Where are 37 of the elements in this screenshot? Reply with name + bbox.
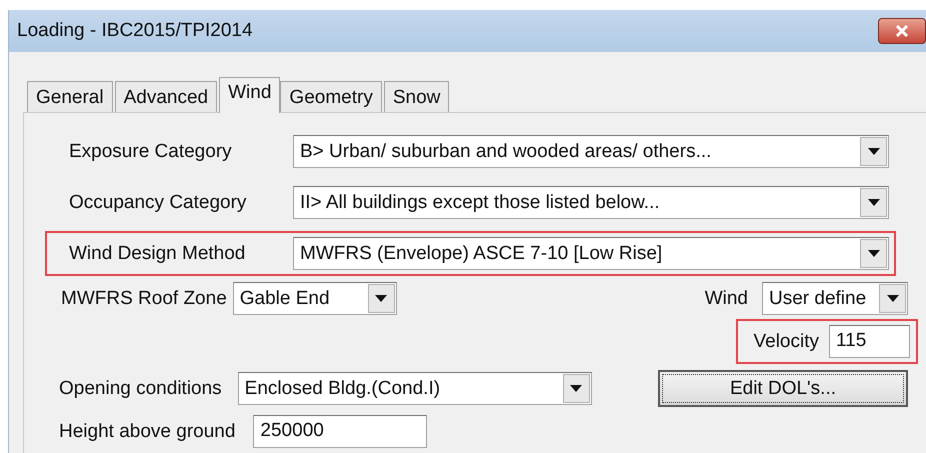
caret-icon <box>868 250 880 257</box>
dropdown[interactable]: User define <box>762 282 908 315</box>
window-title: Loading - IBC2015/TPI2014 <box>17 20 253 42</box>
dropdown[interactable]: MWFRS (Envelope) ASCE 7-10 [Low Rise] <box>293 237 889 270</box>
dropdown[interactable]: Enclosed Bldg.(Cond.I) <box>238 372 592 405</box>
caret-icon <box>868 148 880 155</box>
caret-icon <box>375 295 388 302</box>
field-label: MWFRS Roof Zone <box>61 288 227 310</box>
dropdown-arrow-button[interactable] <box>860 239 887 268</box>
caret-icon <box>868 199 880 206</box>
input-field[interactable]: 250000 <box>253 415 428 448</box>
close-button[interactable] <box>878 18 926 44</box>
caret-icon <box>570 385 582 392</box>
dropdown[interactable]: B> Urban/ suburban and wooded areas/ others... <box>293 135 889 168</box>
close-icon <box>895 25 909 37</box>
dropdown-arrow-button[interactable] <box>368 284 395 313</box>
tab[interactable]: Advanced <box>114 81 218 112</box>
dropdown[interactable]: II> All buildings except those listed below... <box>293 186 889 219</box>
field-label: Wind Design Method <box>69 242 246 264</box>
tab[interactable]: Geometry <box>280 81 382 112</box>
dropdown-arrow-button[interactable] <box>879 284 906 313</box>
field-label: Exposure Category <box>69 140 233 162</box>
edit-button[interactable]: Edit DOL's... <box>658 370 908 407</box>
input-field[interactable]: 115 <box>829 325 910 358</box>
field-label: Height above ground <box>59 420 236 442</box>
caret-icon <box>886 295 898 302</box>
tab[interactable]: Snow <box>384 81 450 112</box>
dropdown-arrow-button[interactable] <box>860 188 887 217</box>
tab[interactable]: General <box>27 81 113 112</box>
dropdown-arrow-button[interactable] <box>860 137 887 166</box>
dropdown-arrow-button[interactable] <box>562 374 590 403</box>
dropdown[interactable]: Gable End <box>232 282 397 315</box>
field-label: Wind <box>704 288 748 310</box>
field-label: Occupancy Category <box>69 192 248 214</box>
field-label: Opening conditions <box>59 378 222 400</box>
field-label: Velocity <box>754 330 819 352</box>
tab[interactable]: Wind <box>219 77 280 113</box>
